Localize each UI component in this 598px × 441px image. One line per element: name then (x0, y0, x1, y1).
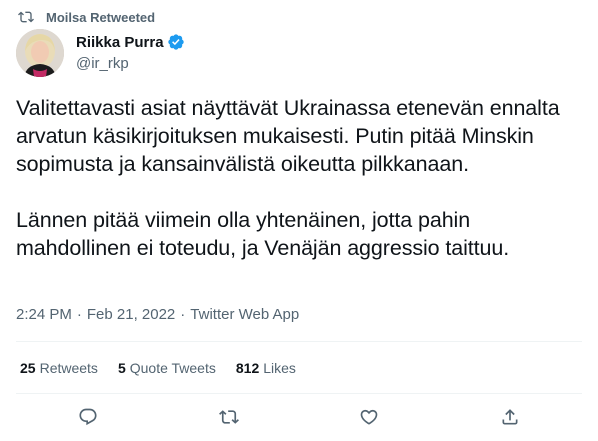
retweets-count: 25 (20, 360, 36, 376)
tweet-date[interactable]: Feb 21, 2022 (87, 306, 175, 323)
author-handle[interactable]: @ir_rkp (76, 55, 185, 75)
author-block: Riikka Purra @ir_rkp (76, 32, 185, 75)
tweet-text: Valitettavasti asiat näyttävät Ukrainass… (16, 94, 586, 262)
share-button[interactable] (498, 405, 522, 429)
divider (16, 393, 582, 394)
action-bar (0, 405, 598, 431)
author-name-row: Riikka Purra (76, 32, 185, 52)
quote-tweets-stat[interactable]: 5 Quote Tweets (118, 360, 216, 376)
meta-separator: · (76, 306, 82, 323)
reply-button[interactable] (76, 405, 100, 429)
author-name[interactable]: Riikka Purra (76, 34, 164, 51)
retweets-label: Retweets (39, 360, 98, 376)
tweet-paragraph: Valitettavasti asiat näyttävät Ukrainass… (16, 96, 560, 176)
tweet-time[interactable]: 2:24 PM (16, 306, 72, 323)
verified-badge-icon (167, 34, 184, 50)
engagement-stats: 25 Retweets 5 Quote Tweets 812 Likes (20, 360, 316, 376)
tweet-metadata: 2:24 PM · Feb 21, 2022 · Twitter Web App (16, 306, 299, 323)
retweet-icon (18, 11, 34, 23)
share-icon (502, 409, 518, 425)
reply-icon (79, 408, 97, 426)
likes-stat[interactable]: 812 Likes (236, 360, 296, 376)
divider (16, 341, 582, 342)
likes-label: Likes (263, 360, 296, 376)
tweet-paragraph: Lännen pitää viimein olla yhtenäinen, jo… (16, 208, 510, 260)
retweets-stat[interactable]: 25 Retweets (20, 360, 98, 376)
retweet-icon (219, 410, 239, 424)
like-button[interactable] (357, 405, 381, 429)
retweeted-by-banner[interactable]: Moilsa Retweeted (17, 7, 155, 27)
retweet-button[interactable] (217, 405, 241, 429)
like-icon (360, 409, 378, 425)
likes-count: 812 (235, 360, 260, 376)
tweet-source[interactable]: Twitter Web App (190, 306, 299, 323)
meta-separator: · (180, 306, 186, 323)
retweeted-by-text: Moilsa Retweeted (46, 9, 156, 25)
quote-tweets-label: Quote Tweets (129, 360, 216, 376)
avatar[interactable] (16, 29, 64, 77)
quote-tweets-count: 5 (117, 360, 126, 376)
